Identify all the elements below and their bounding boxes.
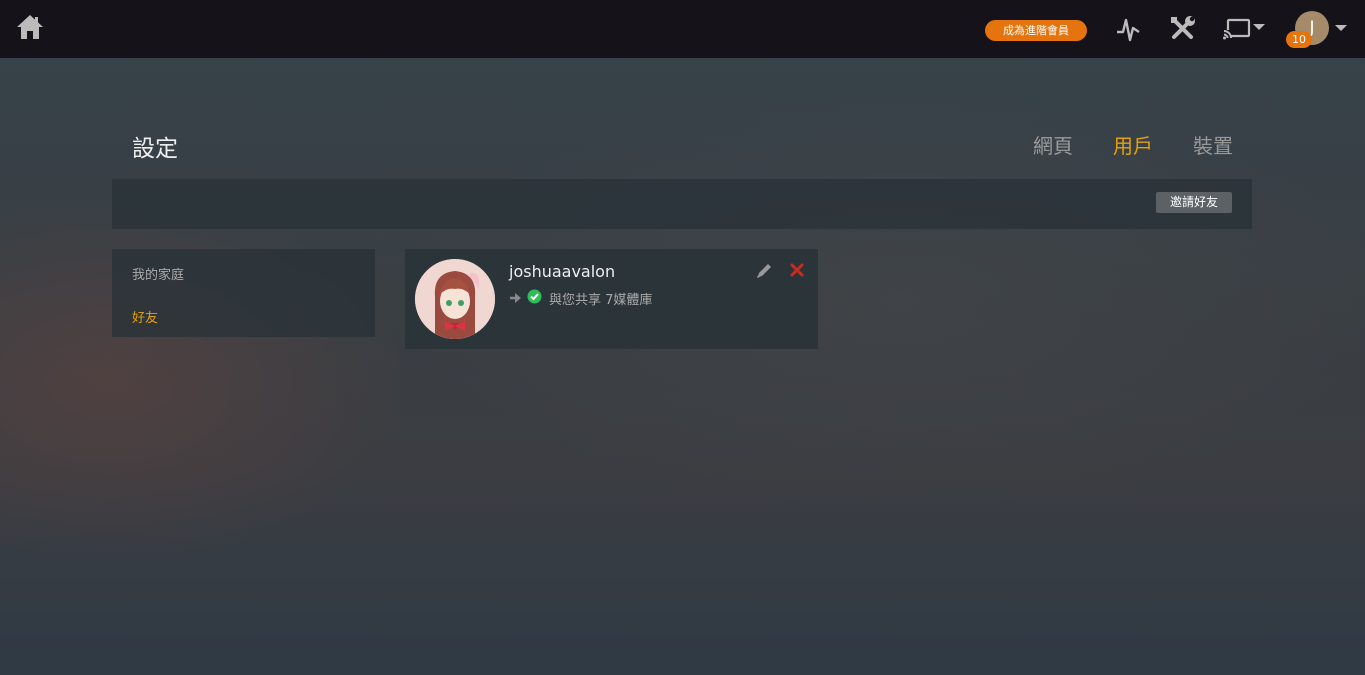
- tab-devices[interactable]: 裝置: [1193, 130, 1233, 159]
- users-toolbar: 邀請好友: [112, 179, 1252, 229]
- check-circle-icon: [527, 289, 542, 308]
- user-menu-button[interactable]: J 10: [1286, 10, 1350, 50]
- go-premium-button[interactable]: 成為進階會員: [985, 20, 1087, 41]
- cast-icon[interactable]: [1223, 18, 1267, 40]
- page-title: 設定: [132, 136, 178, 162]
- sidebar-item-home[interactable]: 我的家庭: [132, 264, 184, 283]
- invite-friend-button[interactable]: 邀請好友: [1156, 192, 1232, 213]
- settings-tabs: 網頁 用戶 裝置: [1033, 130, 1233, 159]
- edit-friend-button[interactable]: [755, 262, 773, 280]
- tools-icon[interactable]: [1169, 15, 1196, 42]
- notification-badge: 10: [1286, 31, 1312, 48]
- friend-username: joshuaavalon: [509, 262, 616, 281]
- sidebar-item-friends[interactable]: 好友: [132, 307, 158, 326]
- top-navigation-bar: 成為進階會員 J 10: [0, 0, 1365, 58]
- close-icon: [790, 263, 804, 277]
- tab-web[interactable]: 網頁: [1033, 130, 1073, 159]
- shared-libraries-text: 與您共享 7媒體庫: [549, 293, 653, 308]
- friend-card[interactable]: joshuaavalon 與您共享 7媒體庫: [405, 249, 818, 349]
- friend-share-status: 與您共享 7媒體庫: [509, 289, 652, 308]
- remove-friend-button[interactable]: [789, 262, 805, 278]
- arrow-right-icon: [509, 289, 522, 308]
- chevron-down-icon: [1335, 25, 1347, 31]
- activity-icon[interactable]: [1115, 16, 1141, 42]
- home-icon[interactable]: [16, 13, 44, 41]
- pencil-icon: [757, 264, 771, 278]
- tab-users[interactable]: 用戶: [1113, 130, 1153, 159]
- users-sidebar: 我的家庭 好友: [112, 249, 375, 337]
- friend-avatar: [415, 259, 495, 339]
